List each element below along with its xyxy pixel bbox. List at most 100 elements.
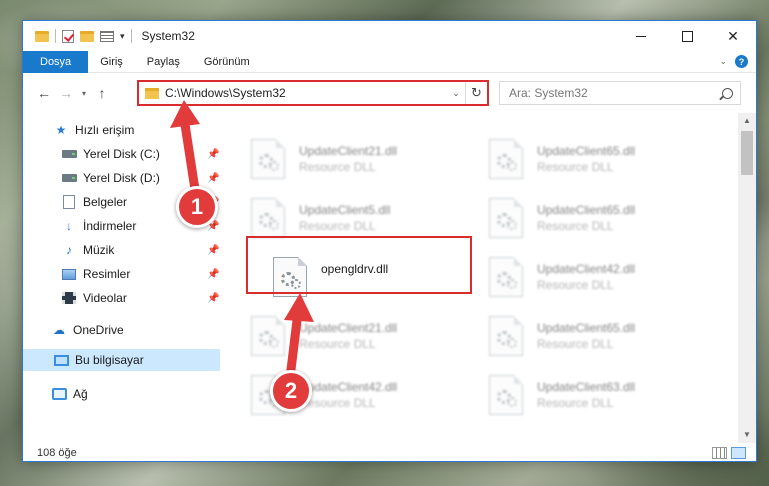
network-icon <box>51 387 67 401</box>
properties-icon[interactable] <box>100 30 114 42</box>
file-name: UpdateClient42.dll <box>299 380 398 394</box>
sidebar-item-label: Yerel Disk (C:) <box>83 147 160 161</box>
sidebar-item-label: İndirmeler <box>83 219 137 233</box>
sidebar-item-label: Hızlı erişim <box>75 123 135 137</box>
file-type: Resource DLL <box>537 278 614 292</box>
file-type: Resource DLL <box>537 160 614 174</box>
sidebar-item-label: Yerel Disk (D:) <box>83 171 160 185</box>
back-arrow-icon[interactable]: ← <box>33 85 55 101</box>
details-view-icon[interactable] <box>712 447 727 459</box>
new-folder-icon[interactable] <box>80 30 94 42</box>
sidebar-item-label: Ağ <box>73 387 88 401</box>
large-icons-view-icon[interactable] <box>731 447 746 459</box>
navigation-bar: ← → ▾ ↑ C:\Windows\System32 ⌄ ↻ Ara: Sys… <box>23 74 756 112</box>
sidebar-item-onedrive[interactable]: ☁ OneDrive <box>51 319 124 341</box>
minimize-button[interactable] <box>618 21 664 51</box>
dll-file-icon <box>489 316 523 356</box>
forward-arrow-icon[interactable]: → <box>55 85 77 101</box>
sidebar-item-label: Videolar <box>83 291 127 305</box>
dll-file-icon <box>251 198 285 238</box>
music-icon: ♪ <box>66 243 72 257</box>
close-button[interactable]: ✕ <box>710 21 756 51</box>
view-toggle <box>712 447 746 459</box>
sidebar-item-downloads[interactable]: ↓ İndirmeler <box>61 215 136 237</box>
refresh-icon[interactable]: ↻ <box>465 82 487 104</box>
pin-icon[interactable]: 📌 <box>207 293 219 304</box>
expand-ribbon-chevron-icon[interactable]: ⌄ <box>719 56 727 67</box>
search-icon[interactable] <box>722 87 733 99</box>
sidebar-item-network[interactable]: Ağ <box>51 383 88 405</box>
sidebar-item-music[interactable]: ♪ Müzik <box>61 239 114 261</box>
star-icon: ★ <box>55 123 67 137</box>
search-input[interactable]: Ara: System32 <box>499 81 741 105</box>
sidebar-item-documents[interactable]: Belgeler <box>61 191 127 213</box>
pin-icon[interactable]: 📌 <box>207 173 219 184</box>
file-type: Resource DLL <box>537 396 614 410</box>
recent-locations-chevron-icon[interactable]: ▾ <box>77 89 91 98</box>
file-item[interactable]: UpdateClient65.dll Resource DLL <box>489 316 719 366</box>
sidebar-item-this-pc[interactable]: Bu bilgisayar <box>23 349 220 371</box>
pin-icon[interactable]: 📌 <box>207 245 219 256</box>
sidebar-item-local-disk-c[interactable]: Yerel Disk (C:) <box>61 143 160 165</box>
divider <box>55 29 56 43</box>
tab-view[interactable]: Görünüm <box>192 51 262 73</box>
sidebar-item-local-disk-d[interactable]: Yerel Disk (D:) <box>61 167 160 189</box>
sidebar-item-quick-access[interactable]: ★ Hızlı erişim <box>53 119 135 141</box>
ribbon-right-controls: ⌄ ? <box>719 55 756 68</box>
sidebar-item-label: Resimler <box>83 267 131 281</box>
up-arrow-icon[interactable]: ↑ <box>91 85 113 101</box>
file-type: Resource DLL <box>299 219 376 233</box>
cloud-icon: ☁ <box>53 323 65 337</box>
sidebar-item-label: OneDrive <box>73 323 124 337</box>
search-placeholder: Ara: System32 <box>509 86 588 100</box>
customize-toolbar-chevron-icon[interactable]: ▾ <box>120 31 125 42</box>
file-item[interactable]: UpdateClient63.dll Resource DLL <box>489 375 719 425</box>
pin-icon[interactable]: 📌 <box>207 269 219 280</box>
scroll-thumb[interactable] <box>741 131 753 175</box>
scroll-down-arrow-icon[interactable]: ▼ <box>738 427 756 443</box>
ribbon-tabs: Dosya Giriş Paylaş Görünüm ⌄ ? <box>23 50 756 73</box>
address-path[interactable]: C:\Windows\System32 <box>165 86 447 100</box>
tab-file[interactable]: Dosya <box>23 50 89 73</box>
sidebar-item-label: Bu bilgisayar <box>75 353 144 367</box>
file-item[interactable]: UpdateClient65.dll Resource DLL <box>489 198 719 248</box>
folder-icon <box>145 87 159 99</box>
dll-file-icon <box>251 316 285 356</box>
file-type: Resource DLL <box>299 160 376 174</box>
pin-icon[interactable]: 📌 <box>207 149 219 160</box>
tab-share[interactable]: Paylaş <box>135 51 192 73</box>
dll-file-icon <box>489 375 523 415</box>
sidebar-item-pictures[interactable]: Resimler <box>61 263 130 285</box>
dll-file-icon <box>489 257 523 297</box>
file-name: UpdateClient65.dll <box>537 144 636 158</box>
pictures-icon <box>61 267 77 281</box>
file-name: UpdateClient42.dll <box>537 262 636 276</box>
maximize-button[interactable] <box>664 21 710 51</box>
file-type: Resource DLL <box>537 337 614 351</box>
sidebar-item-videos[interactable]: Videolar <box>61 287 127 309</box>
highlight-box-opengldrv <box>246 236 472 294</box>
vertical-scrollbar[interactable]: ▲ ▼ <box>738 113 756 443</box>
dll-file-icon <box>489 198 523 238</box>
computer-icon <box>53 353 69 367</box>
step-marker-2: 2 <box>270 370 312 412</box>
status-bar: 108 öğe <box>23 443 756 463</box>
divider <box>130 29 132 43</box>
scroll-up-arrow-icon[interactable]: ▲ <box>738 113 756 129</box>
dll-file-icon <box>251 139 285 179</box>
help-icon[interactable]: ? <box>735 55 748 68</box>
file-type: Resource DLL <box>299 337 376 351</box>
properties-check-icon[interactable] <box>62 29 74 43</box>
dll-file-icon <box>489 139 523 179</box>
file-item[interactable]: UpdateClient21.dll Resource DLL <box>251 139 481 189</box>
step-marker-1: 1 <box>176 186 218 228</box>
file-item[interactable]: UpdateClient21.dll Resource DLL <box>251 316 481 366</box>
file-type: Resource DLL <box>537 219 614 233</box>
file-item[interactable]: UpdateClient65.dll Resource DLL <box>489 139 719 189</box>
file-item[interactable]: UpdateClient42.dll Resource DLL <box>489 257 719 307</box>
tab-home[interactable]: Giriş <box>88 51 135 73</box>
address-dropdown-chevron-icon[interactable]: ⌄ <box>447 88 465 99</box>
address-bar[interactable]: C:\Windows\System32 ⌄ ↻ <box>137 80 489 106</box>
file-name: UpdateClient21.dll <box>299 144 398 158</box>
title-bar: ▾ System32 ✕ <box>23 21 756 51</box>
